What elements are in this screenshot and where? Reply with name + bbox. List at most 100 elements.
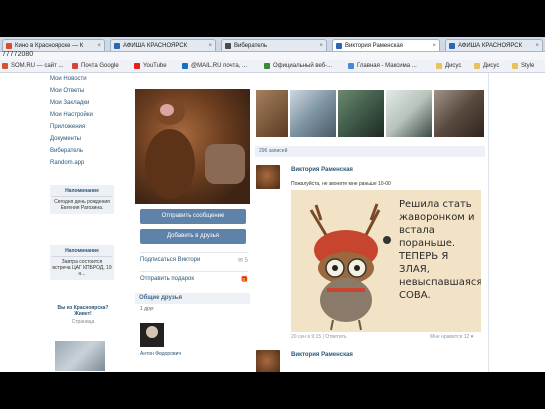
bookmark-maxima[interactable]: Главная - Максима ... [348, 62, 417, 70]
friend-avatar[interactable] [140, 323, 164, 347]
tab-victoria[interactable]: Виктория Раменская × [332, 39, 440, 51]
bookmark-icon [348, 63, 354, 69]
post2-author-name[interactable]: Виктория Раменская [291, 352, 353, 358]
tab-label: Кино в Красноярске — К [15, 43, 84, 49]
ad-subtitle: Страница [71, 319, 95, 325]
send-message-button[interactable]: Отправить сообщение [140, 209, 246, 224]
post-author-name[interactable]: Виктория Раменская [291, 167, 353, 173]
nav-random[interactable]: Random.app [50, 157, 120, 169]
close-icon[interactable]: × [319, 40, 323, 51]
bookmark-label: YouTube [143, 63, 167, 69]
address-bar[interactable]: 77772080 [0, 51, 545, 60]
nav-news[interactable]: Мои Новости [50, 73, 120, 85]
bookmark-label: Style [521, 63, 535, 69]
browser-screen: Кино в Красноярске — К × АФИША КРАСНОЯРС… [0, 37, 545, 372]
tab-kino[interactable]: Кино в Красноярске — К × [2, 39, 105, 51]
post-author-avatar[interactable] [256, 165, 280, 189]
reminder-text: Сегодня день рождения Евгения Рагозина. [54, 199, 110, 211]
bookmark-label: Дисус [445, 63, 462, 69]
close-icon[interactable]: × [432, 40, 436, 51]
post-date[interactable]: 20 сен в 9:15 | Ответить [291, 334, 347, 340]
column-divider [488, 73, 489, 372]
tab-favicon-icon [336, 43, 342, 49]
gift-icon: 🎁 [240, 277, 248, 283]
tab-favicon-icon [449, 43, 455, 49]
subscribe-count: ✉ 5 [237, 258, 248, 264]
bookmark-label: Главная - Максима ... [357, 63, 417, 69]
bookmark-label: SOM.RU — сайт ... [11, 63, 64, 69]
tab-afisha-2[interactable]: АФИША КРАСНОЯРСК × [445, 39, 543, 51]
bookmark-folder-3[interactable]: Style [512, 62, 534, 70]
bookmark-icon [2, 63, 8, 69]
nav-bookmarks[interactable]: Мои Закладки [50, 97, 120, 109]
ad-block[interactable]: Вы из Красноярска? Живет! Страница [50, 305, 116, 325]
wall-photo-4[interactable] [386, 90, 432, 137]
post-subtitle: Пожалуйста, не звоните мне раньше 10-00 [291, 181, 391, 187]
bookmark-label: Дисус [483, 63, 500, 69]
wall-photo-3[interactable] [338, 90, 384, 137]
subscribe-row[interactable]: Подписаться Виктори ✉ 5 [140, 252, 248, 269]
reminder-birthday[interactable]: Напоминание Сегодня день рождения Евгени… [50, 185, 114, 214]
reminder-title: Напоминание [52, 188, 112, 197]
bookmark-label: Официальный веб-... [273, 63, 333, 69]
nav-settings[interactable]: Мои Настройки [50, 109, 120, 121]
tab-favicon-icon [225, 43, 231, 49]
close-icon[interactable]: × [97, 40, 101, 51]
tab-label: АФИША КРАСНОЯРСК [458, 43, 523, 49]
tab-label: Вибератель [234, 43, 268, 49]
close-icon[interactable]: × [535, 40, 539, 51]
post-image-text: Решила стать жаворонком и встала пораньш… [399, 199, 481, 301]
left-nav: Мои Новости Мои Ответы Мои Закладки Мои … [50, 73, 120, 169]
tab-bar: Кино в Красноярске — К × АФИША КРАСНОЯРС… [0, 37, 545, 52]
bookmark-folder-2[interactable]: Дисус [474, 62, 499, 70]
folder-icon [512, 63, 518, 69]
bookmark-official[interactable]: Официальный веб-... [264, 62, 332, 70]
reminder-meeting[interactable]: Напоминание Завтра состоится встреча ЦАГ… [50, 245, 114, 280]
mutual-friends-header[interactable]: Общие друзья [135, 293, 250, 304]
bookmark-label: @MAIL.RU почта, ... [191, 63, 248, 69]
tab-favicon-icon [6, 43, 12, 49]
bookmark-som[interactable]: SOM.RU — сайт ... [2, 62, 63, 70]
send-gift-label: Отправить подарок [140, 276, 195, 282]
mail-icon [72, 63, 78, 69]
reminder-text: Завтра состоится встреча ЦАГ КПБРОД, 19 … [52, 259, 112, 277]
nav-documents[interactable]: Документы [50, 133, 120, 145]
nav-apps[interactable]: Приложения [50, 121, 120, 133]
close-icon[interactable]: × [208, 40, 212, 51]
wall-count-bar[interactable]: 296 записей [255, 146, 485, 157]
bookmark-folder-1[interactable]: Дисус [436, 62, 461, 70]
bookmark-youtube[interactable]: YouTube [134, 62, 167, 70]
tab-viberatel[interactable]: Вибератель × [221, 39, 327, 51]
add-friend-button[interactable]: Добавить в друзья [140, 229, 246, 244]
ad-image[interactable] [55, 341, 105, 371]
post2-author-avatar[interactable] [256, 350, 280, 372]
tab-label: Виктория Раменская [345, 43, 403, 49]
bookmark-mailru[interactable]: @MAIL.RU почта, ... [182, 62, 247, 70]
tab-favicon-icon [114, 43, 120, 49]
wall-photo-2[interactable] [290, 90, 336, 137]
profile-avatar[interactable] [135, 89, 250, 204]
tab-afisha-1[interactable]: АФИША КРАСНОЯРСК × [110, 39, 216, 51]
bookmarks-bar: SOM.RU — сайт ... Почта Google YouTube @… [0, 60, 545, 73]
nav-viberatel[interactable]: Вибератель [50, 145, 120, 157]
reminder-title: Напоминание [52, 248, 112, 257]
bookmark-icon [264, 63, 270, 69]
folder-icon [436, 63, 442, 69]
friend-name[interactable]: Антон Федорович [140, 351, 181, 357]
ad-title: Вы из Красноярска? Живет! [57, 305, 109, 317]
tab-label: АФИША КРАСНОЯРСК [123, 43, 188, 49]
nav-answers[interactable]: Мои Ответы [50, 85, 120, 97]
bookmark-label: Почта Google [81, 63, 119, 69]
post-image[interactable]: Решила стать жаворонком и встала пораньш… [291, 190, 481, 332]
owl-illustration [309, 203, 391, 331]
wall-photo-5[interactable] [434, 90, 484, 137]
send-gift-row[interactable]: Отправить подарок 🎁 [140, 271, 248, 288]
youtube-icon [134, 63, 140, 69]
wall-photo-1[interactable] [256, 90, 288, 137]
address-text: 77772080 [2, 51, 34, 58]
post-likes[interactable]: Мне нравится 12 ♥ [430, 334, 474, 340]
mutual-friends-count: 1 друг [140, 306, 155, 312]
at-icon [182, 63, 188, 69]
bookmark-gmail[interactable]: Почта Google [72, 62, 119, 70]
folder-icon [474, 63, 480, 69]
